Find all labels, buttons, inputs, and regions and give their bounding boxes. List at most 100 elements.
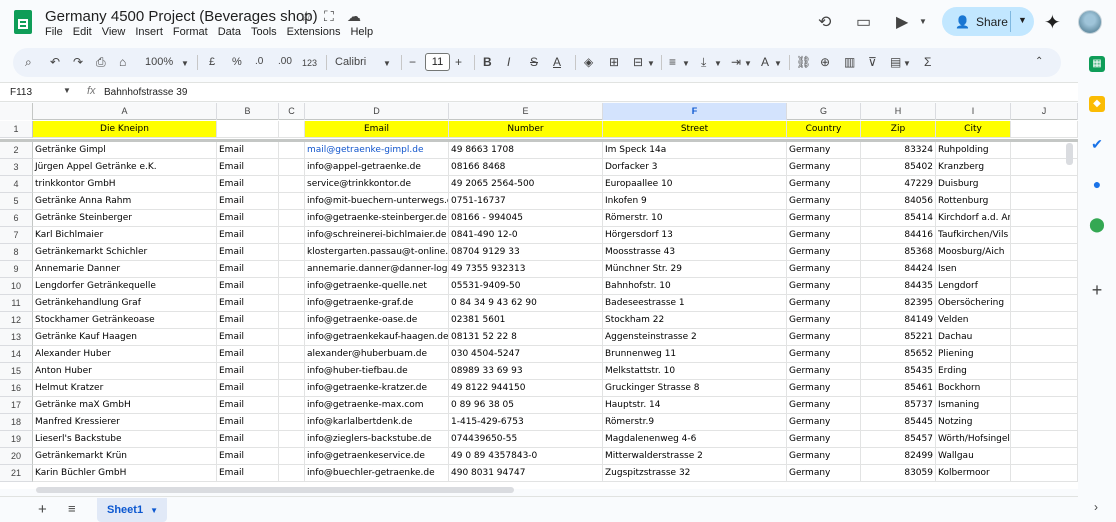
row-number[interactable]: 5 <box>0 193 33 210</box>
valign-chevron-down-icon[interactable]: ▼ <box>714 57 722 71</box>
cell-e13[interactable]: 08131 52 22 8 <box>449 329 603 346</box>
cell-c17[interactable] <box>279 397 305 414</box>
zoom-select[interactable]: 100% <box>145 55 173 69</box>
cell-i8[interactable]: Moosburg/Aich <box>936 244 1011 261</box>
cell-c1[interactable] <box>279 121 305 138</box>
cell-c16[interactable] <box>279 380 305 397</box>
cell-a7[interactable]: Karl Bichlmaier <box>33 227 217 244</box>
functions-icon[interactable]: Σ <box>924 55 931 69</box>
cell-j15[interactable] <box>1011 363 1078 380</box>
cell-g14[interactable]: Germany <box>787 346 861 363</box>
cell-c2[interactable] <box>279 142 305 159</box>
cell-j18[interactable] <box>1011 414 1078 431</box>
cell-j16[interactable] <box>1011 380 1078 397</box>
cell-h4[interactable]: 47229 <box>861 176 936 193</box>
cell-i4[interactable]: Duisburg <box>936 176 1011 193</box>
print-icon[interactable]: ⎙ <box>96 55 106 69</box>
cell-d5[interactable]: info@mit-buechern-unterwegs.d <box>305 193 449 210</box>
cell-c15[interactable] <box>279 363 305 380</box>
cell-e21[interactable]: 490 8031 94747 <box>449 465 603 482</box>
cell-f2[interactable]: Im Speck 14a <box>603 142 787 159</box>
cell-e2[interactable]: 49 8663 1708 <box>449 142 603 159</box>
cell-j7[interactable] <box>1011 227 1078 244</box>
zoom-chevron-down-icon[interactable]: ▼ <box>181 57 189 71</box>
cell-g8[interactable]: Germany <box>787 244 861 261</box>
cell-g4[interactable]: Germany <box>787 176 861 193</box>
row-number[interactable]: 9 <box>0 261 33 278</box>
horizontal-scrollbar[interactable] <box>36 487 514 493</box>
cell-c9[interactable] <box>279 261 305 278</box>
row-number[interactable]: 14 <box>0 346 33 363</box>
row-number[interactable]: 17 <box>0 397 33 414</box>
tasks-icon[interactable]: ✔ <box>1089 136 1105 152</box>
cell-b12[interactable]: Email <box>217 312 279 329</box>
cell-b14[interactable]: Email <box>217 346 279 363</box>
cell-j10[interactable] <box>1011 278 1078 295</box>
cell-g12[interactable]: Germany <box>787 312 861 329</box>
merge-cells-icon[interactable]: ⊟ <box>633 55 643 69</box>
cell-i19[interactable]: Wörth/Hofsingelding <box>936 431 1011 448</box>
cell-g1[interactable]: Country <box>787 121 861 138</box>
cell-j17[interactable] <box>1011 397 1078 414</box>
column-header-j[interactable]: J <box>1011 103 1078 120</box>
cell-d6[interactable]: info@getraenke-steinberger.de <box>305 210 449 227</box>
cell-g16[interactable]: Germany <box>787 380 861 397</box>
cell-a8[interactable]: Getränkemarkt Schichler <box>33 244 217 261</box>
star-icon[interactable]: ☆ <box>300 8 313 25</box>
menu-format[interactable]: Format <box>173 26 208 38</box>
cell-d19[interactable]: info@zieglers-backstube.de <box>305 431 449 448</box>
rotation-chevron-down-icon[interactable]: ▼ <box>774 57 782 71</box>
filter-views-chevron-down-icon[interactable]: ▼ <box>903 57 911 71</box>
cell-h11[interactable]: 82395 <box>861 295 936 312</box>
cell-e15[interactable]: 08989 33 69 93 <box>449 363 603 380</box>
cell-e9[interactable]: 49 7355 932313 <box>449 261 603 278</box>
cell-d16[interactable]: info@getraenke-kratzer.de <box>305 380 449 397</box>
text-rotation-icon[interactable]: A <box>761 55 769 69</box>
cell-f19[interactable]: Magdalenenweg 4-6 <box>603 431 787 448</box>
sheets-logo-icon[interactable] <box>14 10 32 34</box>
cell-h1[interactable]: Zip <box>861 121 936 138</box>
increase-font-size-icon[interactable]: + <box>455 55 462 69</box>
cell-d11[interactable]: info@getraenke-graf.de <box>305 295 449 312</box>
cell-g18[interactable]: Germany <box>787 414 861 431</box>
cell-e1[interactable]: Number <box>449 121 603 138</box>
cell-a10[interactable]: Lengdorfer Getränkequelle <box>33 278 217 295</box>
cell-h9[interactable]: 84424 <box>861 261 936 278</box>
cell-i13[interactable]: Dachau <box>936 329 1011 346</box>
row-number[interactable]: 4 <box>0 176 33 193</box>
font-chevron-down-icon[interactable]: ▼ <box>383 57 391 71</box>
cell-i15[interactable]: Erding <box>936 363 1011 380</box>
menu-view[interactable]: View <box>102 26 126 38</box>
cell-c21[interactable] <box>279 465 305 482</box>
cell-h12[interactable]: 84149 <box>861 312 936 329</box>
cell-i18[interactable]: Notzing <box>936 414 1011 431</box>
cell-j14[interactable] <box>1011 346 1078 363</box>
undo-icon[interactable]: ↶ <box>50 55 60 69</box>
cell-b1[interactable] <box>217 121 279 138</box>
cell-c18[interactable] <box>279 414 305 431</box>
cell-i11[interactable]: Obersöchering <box>936 295 1011 312</box>
cell-g2[interactable]: Germany <box>787 142 861 159</box>
meet-chevron-down-icon[interactable]: ▼ <box>919 17 927 26</box>
vertical-scrollbar[interactable] <box>1066 143 1073 165</box>
row-number[interactable]: 11 <box>0 295 33 312</box>
cell-d18[interactable]: info@karlalbertdenk.de <box>305 414 449 431</box>
cell-d8[interactable]: klostergarten.passau@t-online.c <box>305 244 449 261</box>
cell-c4[interactable] <box>279 176 305 193</box>
column-header-f[interactable]: F <box>603 103 787 120</box>
cell-i6[interactable]: Kirchdorf a.d. Amper <box>936 210 1011 227</box>
cell-e7[interactable]: 0841-490 12-0 <box>449 227 603 244</box>
cell-i7[interactable]: Taufkirchen/Vils <box>936 227 1011 244</box>
cell-c20[interactable] <box>279 448 305 465</box>
cell-e8[interactable]: 08704 9129 33 <box>449 244 603 261</box>
cell-g11[interactable]: Germany <box>787 295 861 312</box>
text-color-icon[interactable]: A <box>553 55 561 69</box>
row-number[interactable]: 13 <box>0 329 33 346</box>
cell-a16[interactable]: Helmut Kratzer <box>33 380 217 397</box>
cell-i16[interactable]: Bockhorn <box>936 380 1011 397</box>
cell-g19[interactable]: Germany <box>787 431 861 448</box>
cell-g20[interactable]: Germany <box>787 448 861 465</box>
explore-expand-icon[interactable]: › <box>1094 500 1098 514</box>
spreadsheet-grid[interactable]: ABCDEFGHIJ 1 Die Kneipn Email Number Street C… <box>0 103 1078 489</box>
cell-a6[interactable]: Getränke Steinberger <box>33 210 217 227</box>
